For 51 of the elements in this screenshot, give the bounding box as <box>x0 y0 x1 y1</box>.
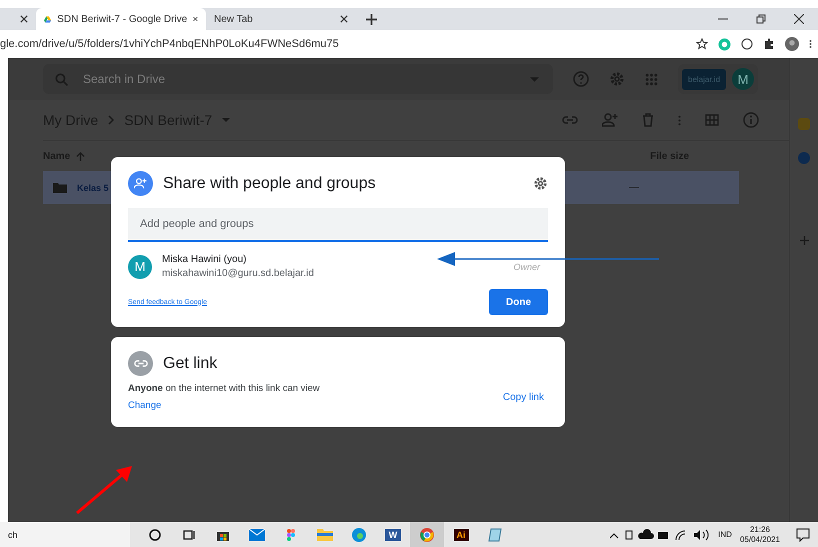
profile-avatar-icon[interactable] <box>785 37 799 51</box>
new-tab-icon[interactable] <box>366 14 377 24</box>
extension-icon[interactable] <box>741 38 753 50</box>
clock-time: 21:26 <box>750 524 770 534</box>
taskbar-search[interactable]: ch <box>0 522 130 547</box>
copy-link-button[interactable]: Copy link <box>502 392 544 402</box>
close-icon[interactable] <box>193 15 198 23</box>
task-view-icon <box>183 528 195 540</box>
settings-icon[interactable] <box>533 176 548 191</box>
account-avatar[interactable]: M <box>732 68 754 90</box>
person-avatar: M <box>128 254 152 278</box>
close-icon[interactable] <box>20 15 28 23</box>
browser-tab[interactable]: New Tab <box>206 8 356 30</box>
search-field[interactable]: Search in Drive <box>43 64 553 94</box>
shared-folder-icon <box>53 182 67 193</box>
person-role: Owner <box>513 262 540 272</box>
chevron-icon <box>108 115 114 125</box>
add-people-field[interactable]: Add people and groups <box>128 208 548 242</box>
add-person-icon <box>128 171 153 196</box>
close-icon[interactable] <box>340 15 348 23</box>
colored-dots-icon <box>287 528 295 540</box>
tab-title: New Tab <box>214 14 254 24</box>
file-size: — <box>629 182 639 193</box>
taskbar-app[interactable]: Ai <box>444 522 478 547</box>
drive-icon <box>44 14 52 24</box>
address-bar[interactable]: gle.com/drive/u/5/folders/1vhiYchP4nbqENhP0LoKu4FWNeSd6mu75 <box>0 38 339 50</box>
tab-title: SDN Beriwit-7 - Google Drive <box>57 14 188 24</box>
person-email: miskahawini10@guru.sd.belajar.id <box>162 268 314 279</box>
menu-icon[interactable] <box>809 38 812 50</box>
dialog-title: Get link <box>163 354 218 372</box>
person-name: Miska Hawini (you) <box>162 254 248 265</box>
file-name: Kelas 5 <box>77 182 109 192</box>
done-button[interactable]: Done <box>489 289 548 315</box>
folder-icon <box>317 528 333 540</box>
circle-icon <box>149 528 161 540</box>
notepad-icon <box>488 528 502 542</box>
clock-date: 05/04/2021 <box>740 534 780 544</box>
change-link[interactable]: Change <box>128 400 320 411</box>
annotation-arrow <box>75 465 133 515</box>
taskbar-app[interactable]: W <box>376 522 410 547</box>
mail-icon <box>249 528 265 540</box>
link-icon <box>128 351 153 376</box>
language-indicator[interactable]: IND <box>718 530 732 539</box>
notification-icon[interactable] <box>796 528 810 542</box>
star-icon[interactable] <box>696 38 708 50</box>
restore-icon[interactable] <box>756 14 766 24</box>
dialog-title: Share with people and groups <box>163 174 376 192</box>
close-icon[interactable] <box>794 14 804 24</box>
browser-tab[interactable]: SDN Beriwit-7 - Google Drive <box>36 8 206 30</box>
puzzle-icon[interactable] <box>763 38 775 50</box>
link-access-text: Anyone on the internet with this link can view <box>128 383 320 394</box>
